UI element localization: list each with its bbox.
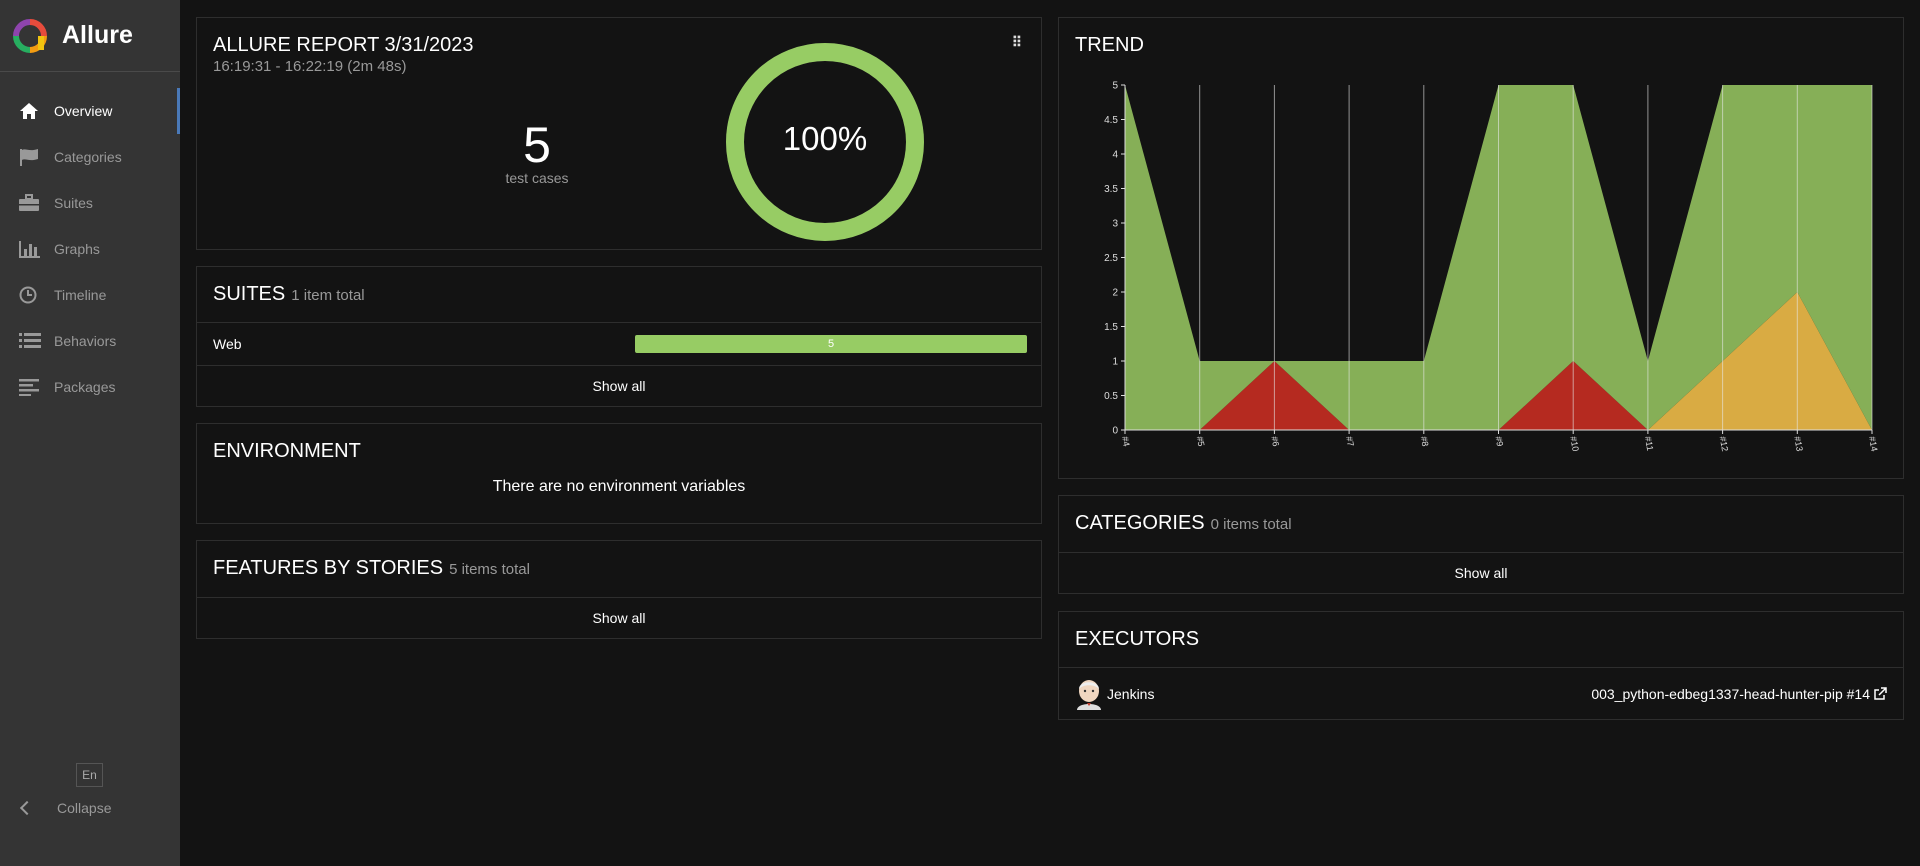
trend-y-tick-label: 1 (1112, 357, 1118, 368)
executors-widget: EXECUTORS Jenkins 003_python-edbeg1337-h… (1058, 611, 1904, 720)
suites-widget: SUITES 1 item total Web 5 Show all (196, 266, 1042, 407)
trend-y-tick-label: 0.5 (1104, 391, 1118, 402)
sidebar-item-packages[interactable]: Packages (0, 364, 180, 410)
drag-handle-icon[interactable]: ⠿ (1012, 34, 1022, 51)
bar-chart-icon (19, 239, 43, 259)
jenkins-avatar-icon (1077, 680, 1101, 710)
trend-y-tick-label: 0 (1112, 426, 1118, 437)
sidebar-item-label: Categories (54, 149, 122, 165)
sidebar-item-graphs[interactable]: Graphs (0, 226, 180, 272)
collapse-button[interactable]: Collapse (19, 800, 112, 816)
trend-x-tick-label: #8 (1419, 436, 1431, 448)
features-header: FEATURES BY STORIES 5 items total (197, 541, 1041, 597)
clock-icon (19, 285, 43, 305)
logo[interactable]: Allure (0, 0, 180, 72)
chevron-left-icon (19, 800, 35, 816)
allure-logo-icon (13, 18, 47, 53)
trend-y-tick-label: 2 (1112, 288, 1118, 299)
test-count-label: test cases (505, 170, 569, 186)
trend-x-tick-label: #10 (1568, 436, 1580, 453)
external-link-icon (1874, 687, 1887, 700)
categories-header: CATEGORIES 0 items total (1059, 496, 1903, 552)
trend-x-tick-label: #14 (1867, 436, 1879, 453)
trend-y-tick-label: 1.5 (1104, 322, 1118, 333)
categories-widget: CATEGORIES 0 items total Show all (1058, 495, 1904, 594)
sidebar-nav: Overview Categories Suites Graphs Timeli… (0, 88, 180, 410)
sidebar-item-label: Packages (54, 379, 116, 395)
sidebar-item-label: Timeline (54, 287, 107, 303)
suites-header: SUITES 1 item total (197, 267, 1041, 323)
trend-y-tick-label: 3 (1112, 219, 1118, 230)
executor-row: Jenkins 003_python-edbeg1337-head-hunter… (1059, 668, 1903, 720)
trend-x-tick-label: #6 (1269, 436, 1281, 448)
test-count: 5 (523, 117, 551, 173)
report-title: ALLURE REPORT 3/31/2023 (213, 34, 474, 56)
environment-empty-message: There are no environment variables (492, 478, 746, 495)
trend-x-tick-label: #13 (1792, 436, 1804, 453)
categories-show-all-link[interactable]: Show all (1059, 552, 1903, 593)
features-widget: FEATURES BY STORIES 5 items total Show al… (196, 540, 1042, 639)
categories-title: CATEGORIES (1075, 512, 1205, 534)
suite-passed-count: 5 (827, 338, 835, 350)
suite-status-bar[interactable]: 5 (635, 335, 1027, 353)
trend-x-tick-label: #4 (1120, 436, 1132, 448)
flag-icon (19, 147, 43, 167)
trend-y-tick-label: 3.5 (1104, 184, 1118, 195)
environment-title: ENVIRONMENT (213, 440, 361, 462)
summary-widget: ALLURE REPORT 3/31/2023 16:19:31 - 16:22… (196, 17, 1042, 250)
environment-header: ENVIRONMENT (197, 424, 1041, 474)
categories-count: 0 items total (1210, 516, 1292, 533)
trend-x-tick-label: #5 (1195, 436, 1207, 448)
environment-widget: ENVIRONMENT There are no environment var… (196, 423, 1042, 524)
trend-widget: TREND 0 0.5 1 1.5 2 2.5 3 3.5 4 4.5 5 #4 #5 #6 #7 #8 #9 #… (1058, 17, 1904, 479)
trend-y-tick-label: 2.5 (1104, 253, 1118, 264)
sidebar-item-label: Graphs (54, 241, 100, 257)
sidebar-item-label: Behaviors (54, 333, 117, 349)
trend-y-tick-label: 4.5 (1104, 115, 1118, 126)
sidebar-item-behaviors[interactable]: Behaviors (0, 318, 180, 364)
list-icon (19, 331, 43, 351)
trend-x-tick-label: #12 (1718, 436, 1730, 453)
sidebar-item-categories[interactable]: Categories (0, 134, 180, 180)
executor-build-link[interactable]: 003_python-edbeg1337-head-hunter-pip #14 (1591, 686, 1887, 702)
collapse-label: Collapse (57, 800, 112, 816)
executors-header: EXECUTORS (1059, 612, 1903, 668)
home-icon (19, 101, 43, 121)
sidebar-item-label: Suites (54, 195, 93, 211)
suites-show-all-link[interactable]: Show all (197, 365, 1041, 406)
trend-x-tick-label: #7 (1344, 436, 1356, 448)
sidebar-item-suites[interactable]: Suites (0, 180, 180, 226)
trend-y-tick-label: 4 (1112, 150, 1118, 161)
features-title: FEATURES BY STORIES (213, 557, 444, 579)
sidebar-item-timeline[interactable]: Timeline (0, 272, 180, 318)
trend-x-tick-label: #9 (1494, 436, 1506, 448)
executor-build-label: 003_python-edbeg1337-head-hunter-pip #14 (1591, 686, 1870, 702)
features-count: 5 items total (449, 561, 530, 578)
app-name: Allure (62, 21, 133, 49)
suites-count: 1 item total (291, 287, 365, 304)
suites-title: SUITES (213, 283, 286, 305)
align-left-icon (19, 377, 43, 397)
sidebar-item-overview[interactable]: Overview (0, 88, 180, 134)
trend-y-tick-label: 5 (1112, 81, 1118, 92)
sidebar: Allure Overview Categories Suites Graphs (0, 0, 180, 866)
sidebar-item-label: Overview (54, 103, 113, 119)
suite-name: Web (213, 336, 242, 352)
trend-chart: 0 0.5 1 1.5 2 2.5 3 3.5 4 4.5 5 #4 #5 #6 #7 #8 #9 #10 #11 #… (1104, 81, 1879, 453)
briefcase-icon (19, 193, 43, 213)
features-show-all-link[interactable]: Show all (197, 597, 1041, 638)
executors-title: EXECUTORS (1075, 628, 1200, 650)
trend-x-tick-label: #11 (1643, 436, 1655, 452)
report-duration: 16:19:31 - 16:22:19 (2m 48s) (213, 58, 407, 75)
success-rate: 100% (782, 120, 868, 157)
language-button[interactable]: En (76, 763, 103, 787)
executor-name: Jenkins (1107, 686, 1155, 702)
